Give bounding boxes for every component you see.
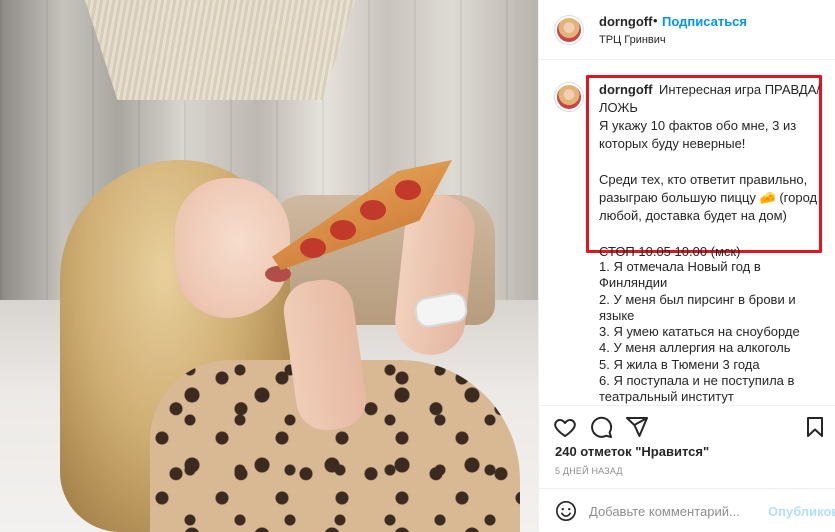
caption-text: dorngoff Интересная игра ПРАВДА/ЛОЖЬ Я у… — [599, 81, 825, 261]
separator-dot: • — [653, 13, 658, 28]
caption-avatar[interactable] — [555, 83, 583, 111]
likes-suffix: "Нравится" — [635, 444, 710, 459]
comments-area[interactable]: dorngoff Интересная игра ПРАВДА/ЛОЖЬ Я у… — [539, 61, 835, 404]
avatar[interactable] — [555, 16, 583, 44]
heart-icon[interactable] — [553, 415, 577, 439]
facts-list: 1. Я отмечала Новый год в Финляндии 2. У… — [599, 259, 825, 404]
header-username[interactable]: dorngoff — [599, 14, 652, 29]
photo-pepperoni — [300, 238, 326, 258]
likes-number: 240 отметок — [555, 444, 632, 459]
photo-pepperoni — [395, 180, 421, 200]
list-item: 2. У меня был пирсинг в брови и языке — [599, 291, 796, 323]
caption-username[interactable]: dorngoff — [599, 82, 652, 97]
list-item: 4. У меня аллергия на алкоголь — [599, 340, 791, 356]
post-sidebar: dorngoff • Подписаться ТРЦ Гринвич dorng… — [538, 0, 835, 532]
follow-button[interactable]: Подписаться — [662, 14, 747, 29]
photo-pepperoni — [330, 220, 356, 240]
photo-face — [175, 178, 290, 318]
post-timestamp[interactable]: 5 ДНЕЙ НАЗАД — [555, 466, 623, 476]
photo-macrame-decor — [85, 0, 355, 100]
comment-icon[interactable] — [589, 415, 613, 439]
comment-input[interactable] — [589, 502, 759, 520]
photo-pepperoni — [360, 200, 386, 220]
post-header: dorngoff • Подписаться ТРЦ Гринвич — [539, 0, 835, 60]
caption-line-2: Я укажу 10 фактов обо мне, 3 из которых … — [599, 118, 797, 151]
list-item: 6. Я поступала и не поступила в театраль… — [599, 373, 795, 404]
likes-count[interactable]: 240 отметок "Нравится" — [555, 444, 709, 459]
action-bar — [539, 405, 835, 445]
location-link[interactable]: ТРЦ Гринвич — [599, 34, 666, 46]
share-icon[interactable] — [625, 415, 649, 439]
post-photo[interactable] — [0, 0, 538, 532]
emoji-icon[interactable] — [555, 500, 577, 522]
publish-button[interactable]: Опубликовать — [768, 504, 835, 519]
list-item: 3. Я умею кататься на сноуборде — [599, 324, 800, 340]
list-item: 5. Я жила в Тюмени 3 года — [599, 356, 760, 372]
comment-composer: Опубликовать — [539, 488, 835, 532]
list-item: 1. Я отмечала Новый год в Финляндии — [599, 259, 761, 291]
photo-mouth — [265, 266, 291, 282]
caption-line-3: Среди тех, кто ответит правильно, разыгр… — [599, 172, 818, 223]
bookmark-icon[interactable] — [803, 415, 827, 439]
